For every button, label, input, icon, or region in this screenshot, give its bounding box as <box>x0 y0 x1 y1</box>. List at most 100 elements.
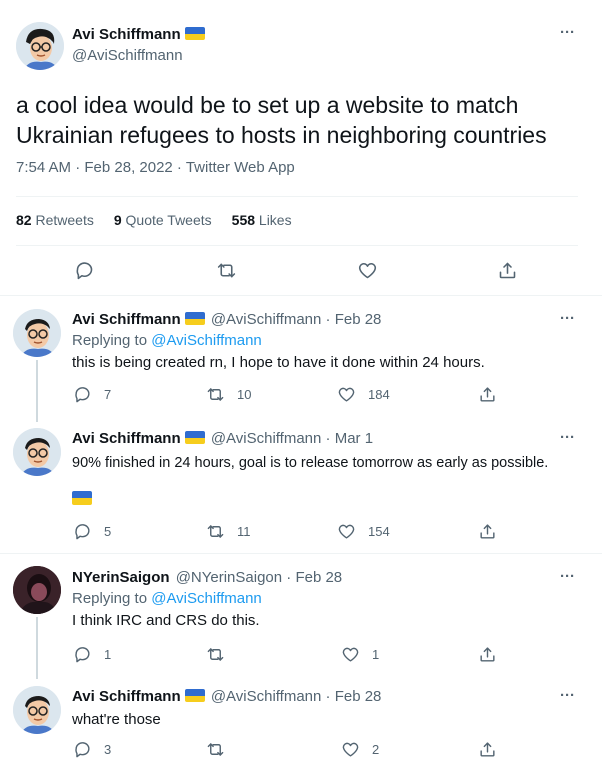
retweets-count: 82 <box>16 212 32 228</box>
like-icon <box>342 742 359 757</box>
retweet-icon <box>217 263 236 278</box>
like-button[interactable] <box>357 260 378 281</box>
reply-author-name[interactable]: Avi Schiffmann <box>72 688 181 705</box>
share-button[interactable] <box>478 740 497 759</box>
reply-text: this is being created rn, I hope to have… <box>72 354 485 371</box>
replying-prefix: Replying to <box>72 332 152 349</box>
replying-prefix: Replying to <box>72 590 152 607</box>
divider <box>0 295 602 296</box>
like-button[interactable]: 2 <box>341 740 379 759</box>
like-icon <box>342 647 359 662</box>
reply-author-name[interactable]: NYerinSaigon <box>72 569 170 586</box>
reply-header: Avi Schiffmann @AviSchiffmann · Feb 28 <box>72 688 381 705</box>
retweets-label: Retweets <box>35 212 94 228</box>
more-icon[interactable]: ··· <box>560 429 575 446</box>
reply-author-name[interactable]: Avi Schiffmann <box>72 311 181 328</box>
more-icon[interactable]: ··· <box>560 24 575 41</box>
reply-count: 3 <box>104 742 112 757</box>
reply-header: NYerinSaigon @NYerinSaigon · Feb 28 <box>72 569 342 586</box>
reply-icon <box>75 387 90 403</box>
share-icon <box>480 742 495 757</box>
like-button[interactable]: 1 <box>341 645 379 664</box>
reply-text: 90% finished in 24 hours, goal is to rel… <box>72 455 549 471</box>
replying-to-link[interactable]: @AviSchiffmann <box>151 590 262 607</box>
more-icon[interactable]: ··· <box>560 687 575 704</box>
reply-button[interactable]: 3 <box>73 740 111 759</box>
thread-line <box>36 360 38 422</box>
more-icon[interactable]: ··· <box>560 310 575 327</box>
reply-icon <box>75 742 90 758</box>
share-button[interactable] <box>478 385 497 404</box>
retweet-button[interactable] <box>206 645 225 664</box>
avatar[interactable] <box>13 566 61 614</box>
thread-line <box>36 617 38 679</box>
retweets-stat[interactable]: 82 Retweets <box>16 212 94 228</box>
replying-to-link[interactable]: @AviSchiffmann <box>151 332 262 349</box>
like-count: 2 <box>372 742 380 757</box>
reply-icon <box>75 647 90 663</box>
avatar[interactable] <box>16 22 64 70</box>
retweet-icon <box>207 743 224 756</box>
replying-to: Replying to @AviSchiffmann <box>72 590 262 607</box>
reply-button[interactable] <box>74 260 95 281</box>
reply-header: Avi Schiffmann @AviSchiffmann · Mar 1 <box>72 430 373 447</box>
reply-icon <box>76 262 93 280</box>
ukraine-flag-icon <box>184 431 205 444</box>
reply-handle-date[interactable]: @AviSchiffmann · Feb 28 <box>211 311 382 328</box>
likes-stat[interactable]: 558 Likes <box>232 212 292 228</box>
like-button[interactable]: 154 <box>337 522 390 541</box>
more-icon[interactable]: ··· <box>560 568 575 585</box>
tweet-text-line: Ukrainian refugees to hosts in neighbori… <box>16 122 547 148</box>
reply-button[interactable]: 1 <box>73 645 111 664</box>
reply-header: Avi Schiffmann @AviSchiffmann · Feb 28 <box>72 311 381 328</box>
reply-count: 7 <box>104 387 112 402</box>
like-count: 1 <box>372 647 380 662</box>
like-button[interactable]: 184 <box>337 385 390 404</box>
quotes-stat[interactable]: 9 Quote Tweets <box>114 212 212 228</box>
like-count: 184 <box>368 387 390 402</box>
retweet-count: 11 <box>237 524 251 539</box>
like-icon <box>338 524 355 539</box>
author-name[interactable]: Avi Schiffmann <box>72 26 181 43</box>
share-icon <box>480 647 495 662</box>
divider <box>16 245 578 246</box>
avatar[interactable] <box>13 309 61 357</box>
quotes-count: 9 <box>113 212 122 228</box>
likes-count: 558 <box>231 212 256 228</box>
avatar[interactable] <box>13 686 61 734</box>
reply-handle-date[interactable]: @AviSchiffmann · Feb 28 <box>211 688 382 705</box>
retweet-button[interactable] <box>206 740 225 759</box>
share-button[interactable] <box>497 260 518 281</box>
author-name-row: Avi Schiffmann <box>72 26 205 43</box>
ukraine-flag-icon <box>72 491 92 505</box>
author-handle[interactable]: @AviSchiffmann <box>72 47 183 64</box>
avatar[interactable] <box>13 428 61 476</box>
retweet-button[interactable]: 11 <box>206 522 251 541</box>
reply-button[interactable]: 5 <box>73 522 111 541</box>
share-button[interactable] <box>478 645 497 664</box>
like-icon <box>358 262 377 279</box>
reply-author-name[interactable]: Avi Schiffmann <box>72 430 181 447</box>
retweet-button[interactable]: 10 <box>206 385 251 404</box>
retweet-icon <box>207 388 224 401</box>
ukraine-flag-icon <box>184 312 205 325</box>
retweet-icon <box>207 525 224 538</box>
reply-button[interactable]: 7 <box>73 385 111 404</box>
divider <box>16 196 578 197</box>
tweet-text: a cool idea would be to set up a website… <box>16 90 547 150</box>
likes-label: Likes <box>258 212 292 228</box>
reply-text: I think IRC and CRS do this. <box>72 612 260 629</box>
divider <box>0 553 602 554</box>
tweet-meta[interactable]: 7:54 AM · Feb 28, 2022 · Twitter Web App <box>16 159 295 176</box>
reply-icon <box>75 524 90 540</box>
share-icon <box>499 262 516 279</box>
replying-to: Replying to @AviSchiffmann <box>72 332 262 349</box>
share-icon <box>480 524 495 539</box>
ukraine-flag-icon <box>184 27 205 40</box>
quotes-label: Quote Tweets <box>125 212 212 228</box>
reply-handle-date[interactable]: @AviSchiffmann · Mar 1 <box>211 430 373 447</box>
like-icon <box>338 387 355 402</box>
share-button[interactable] <box>478 522 497 541</box>
reply-handle-date[interactable]: @NYerinSaigon · Feb 28 <box>176 569 342 586</box>
retweet-button[interactable] <box>216 260 237 281</box>
